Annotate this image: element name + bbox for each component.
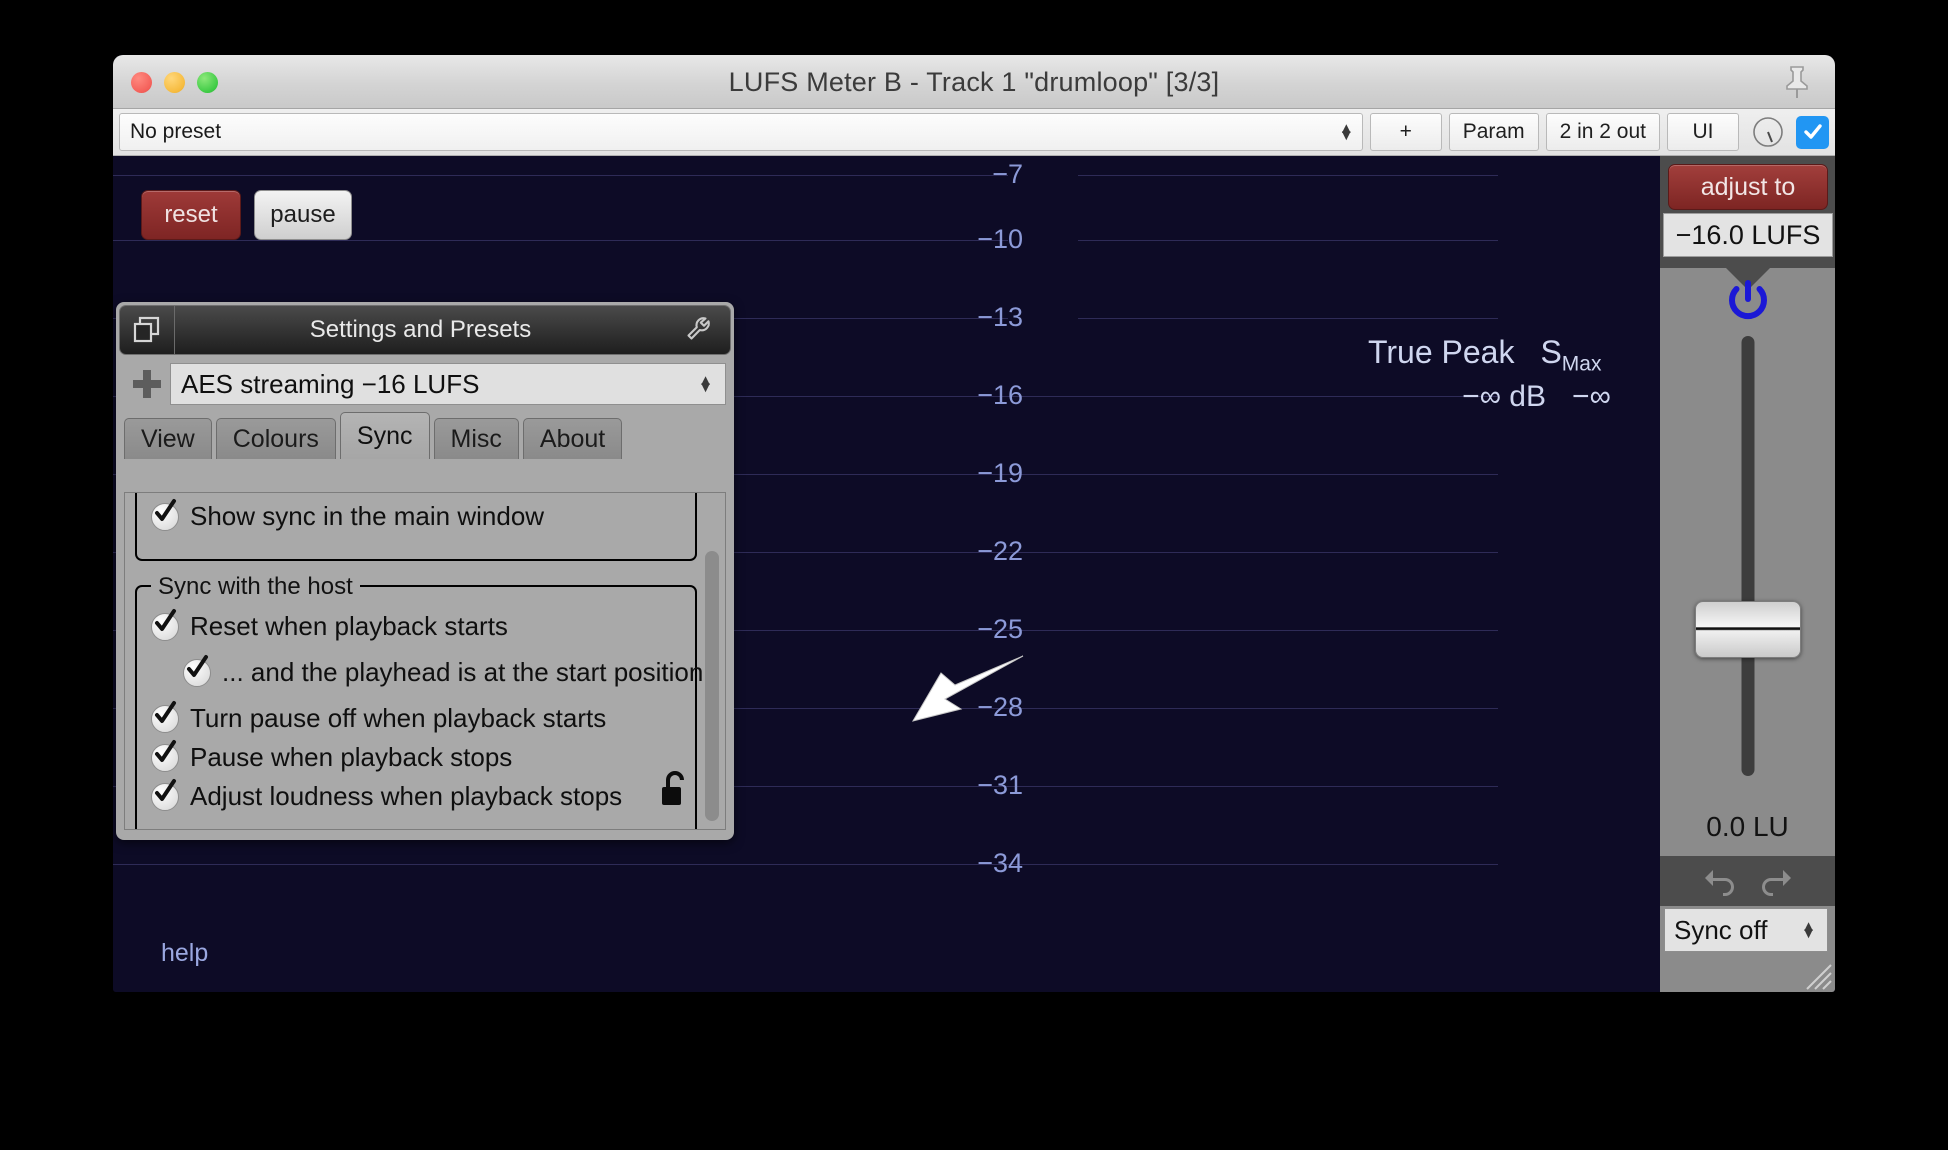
checkbox-label: Turn pause off when playback starts xyxy=(190,703,607,733)
sync-select-value: Sync off xyxy=(1674,914,1768,945)
settings-preset-select[interactable]: AES streaming −16 LUFS ▲ ▼ xyxy=(170,363,726,405)
clock-icon[interactable] xyxy=(1748,113,1788,151)
settings-preset-row: AES streaming −16 LUFS ▲ ▼ xyxy=(124,361,726,407)
ui-button[interactable]: UI xyxy=(1667,113,1739,151)
sync-stepper-icon[interactable]: ▲ ▼ xyxy=(1801,919,1816,941)
checkbox-label: Adjust loudness when playback stops xyxy=(190,781,623,811)
grid-label: −7 xyxy=(992,159,1023,189)
true-peak-value: −∞ dB xyxy=(1462,380,1546,414)
power-icon[interactable] xyxy=(1721,274,1775,333)
io-config-button[interactable]: 2 in 2 out xyxy=(1545,113,1660,151)
resize-grip[interactable] xyxy=(1799,957,1833,991)
checkbox-playhead-at-start[interactable]: ... and the playhead is at the start pos… xyxy=(183,654,704,688)
checkmark-icon xyxy=(151,608,179,641)
grid-label: −22 xyxy=(977,536,1023,566)
screenshot-root: LUFS Meter B - Track 1 "drumloop" [3/3] … xyxy=(0,0,1948,1150)
checkmark-icon xyxy=(151,700,179,733)
tab-misc[interactable]: Misc xyxy=(433,418,519,459)
checkmark-icon xyxy=(151,739,179,772)
checkbox-label: Pause when playback stops xyxy=(190,742,513,772)
sync-group-box: Sync group off Show sync in the main win… xyxy=(135,493,697,561)
smax-value: −∞ xyxy=(1572,380,1611,414)
settings-preset-stepper-icon[interactable]: ▲ ▼ xyxy=(698,373,713,395)
adjust-panel: adjust to −16.0 LUFS 0.0 LU Sync off ▲ ▼ xyxy=(1660,156,1835,992)
adjust-to-button[interactable]: adjust to xyxy=(1668,164,1828,210)
slider-thumb[interactable] xyxy=(1694,601,1801,658)
sync-with-host-group: Sync with the host Reset when playback s… xyxy=(135,573,703,829)
checkmark-icon xyxy=(183,654,211,687)
settings-preset-value: AES streaming −16 LUFS xyxy=(181,368,480,399)
add-preset-button[interactable]: + xyxy=(1369,113,1442,151)
pin-icon[interactable] xyxy=(1779,63,1815,101)
adjust-header: adjust to −16.0 LUFS xyxy=(1660,156,1835,268)
checkbox-label: Reset when playback starts xyxy=(190,611,508,641)
grid-label: −10 xyxy=(977,224,1023,254)
pause-button[interactable]: pause xyxy=(254,190,352,240)
checkbox-pause-on-stop[interactable]: Pause when playback stops xyxy=(151,739,513,773)
adjust-target-value[interactable]: −16.0 LUFS xyxy=(1663,213,1833,257)
annotation-arrow xyxy=(893,651,1028,751)
gridline xyxy=(1078,175,1498,176)
settings-scrollbar-thumb[interactable] xyxy=(705,551,719,821)
enable-checkbox[interactable] xyxy=(1796,115,1829,149)
checkmark-icon xyxy=(151,778,179,811)
checkbox-show-sync[interactable]: Show sync in the main window xyxy=(151,498,545,532)
checkbox-label: ... and the playhead is at the start pos… xyxy=(222,657,704,687)
meter-area: −7 −10 −13 −16 −19 −22 −25 −28 −31 −34 L… xyxy=(113,156,1835,992)
grid-label: −34 xyxy=(977,848,1023,878)
smax-sublabel: Max xyxy=(1561,352,1602,376)
checkbox-adjust-loudness-on-stop[interactable]: Adjust loudness when playback stops xyxy=(151,778,623,812)
gain-slider[interactable] xyxy=(1660,326,1835,796)
undo-icon[interactable] xyxy=(1701,862,1741,901)
slider-track[interactable] xyxy=(1741,336,1754,776)
settings-panel: Settings and Presets AES streaming −16 L… xyxy=(116,302,734,840)
param-button[interactable]: Param xyxy=(1448,113,1539,151)
plus-icon[interactable] xyxy=(124,367,170,401)
tab-sync[interactable]: Sync xyxy=(339,412,430,459)
reset-button[interactable]: reset xyxy=(141,190,241,240)
lu-value: 0.0 LU xyxy=(1706,811,1789,842)
tab-view[interactable]: View xyxy=(124,418,212,459)
settings-titlebar[interactable]: Settings and Presets xyxy=(119,305,731,355)
preset-combo[interactable]: No preset ▲ ▼ xyxy=(119,113,1363,151)
preset-combo-value: No preset xyxy=(130,120,222,143)
grid-label: −13 xyxy=(977,302,1023,332)
group-title: Sync with the host xyxy=(151,573,360,601)
grid-label: −25 xyxy=(977,614,1023,644)
window-title: LUFS Meter B - Track 1 "drumloop" [3/3] xyxy=(728,67,1220,97)
smax-label: SMax xyxy=(1540,334,1602,376)
window-titlebar: LUFS Meter B - Track 1 "drumloop" [3/3] xyxy=(113,55,1835,109)
peak-readout-block: True Peak SMax −∞ dB −∞ xyxy=(1368,334,1638,414)
gridline xyxy=(113,175,1008,176)
tab-about[interactable]: About xyxy=(522,418,623,459)
settings-tabs: View Colours Sync Misc About xyxy=(124,412,726,459)
unlocked-padlock-icon[interactable] xyxy=(659,770,691,813)
preset-toolbar: No preset ▲ ▼ + Param 2 in 2 out UI xyxy=(113,109,1835,156)
checkbox-label: Show sync in the main window xyxy=(190,501,545,531)
sync-tab-panel: Sync group off Show sync in the main win… xyxy=(124,492,726,830)
gridline xyxy=(1078,318,1498,319)
grid-label: −19 xyxy=(977,458,1023,488)
undo-redo-bar xyxy=(1660,856,1835,906)
gridline xyxy=(1078,240,1498,241)
windows-icon[interactable] xyxy=(120,306,175,354)
redo-icon[interactable] xyxy=(1755,862,1795,901)
tab-colours[interactable]: Colours xyxy=(215,418,336,459)
sync-select[interactable]: Sync off ▲ ▼ xyxy=(1664,908,1828,952)
wrench-icon[interactable] xyxy=(678,315,730,345)
help-link[interactable]: help xyxy=(161,939,208,968)
checkbox-reset-on-play[interactable]: Reset when playback starts xyxy=(151,608,508,642)
true-peak-label: True Peak xyxy=(1368,334,1515,370)
gridline xyxy=(113,240,1008,241)
grid-label: −31 xyxy=(977,770,1023,800)
preset-stepper-icon[interactable]: ▲ ▼ xyxy=(1339,121,1354,143)
gridline xyxy=(113,864,1498,865)
checkmark-icon xyxy=(151,498,179,531)
grid-label: −16 xyxy=(977,380,1023,410)
settings-title: Settings and Presets xyxy=(309,316,532,343)
checkbox-pause-off-on-play[interactable]: Turn pause off when playback starts xyxy=(151,700,607,734)
plugin-window: LUFS Meter B - Track 1 "drumloop" [3/3] … xyxy=(113,55,1835,992)
